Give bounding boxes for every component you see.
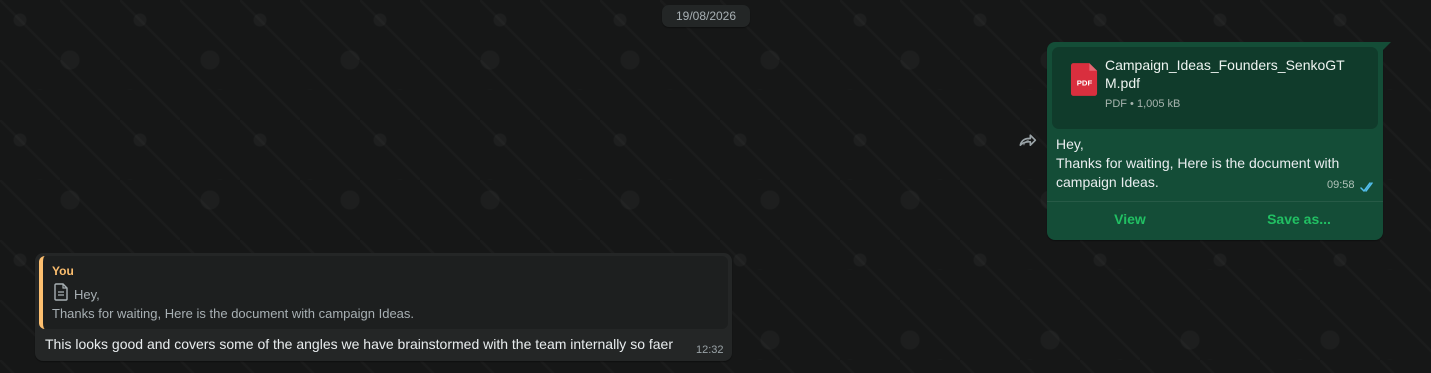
quoted-message-preview[interactable]: You Hey, Thanks for waiting, Here is the… xyxy=(39,256,728,329)
document-icon xyxy=(54,283,68,301)
save-as-button[interactable]: Save as... xyxy=(1255,208,1343,230)
incoming-message-time: 12:32 xyxy=(696,344,724,356)
quoted-message-line: Hey, xyxy=(74,287,100,302)
double-check-icon xyxy=(1360,182,1373,192)
outgoing-message-line: Thanks for waiting, Here is the document… xyxy=(1056,155,1340,171)
view-document-button[interactable]: View xyxy=(1085,208,1175,230)
outgoing-message-time: 09:58 xyxy=(1327,179,1355,191)
document-preview-card[interactable]: PDF Campaign_Ideas_Founders_SenkoGTM.pdf… xyxy=(1052,47,1378,129)
incoming-message-text: This looks good and covers some of the a… xyxy=(45,336,673,352)
quoted-message-author: You xyxy=(52,264,74,278)
quoted-message-line: Thanks for waiting, Here is the document… xyxy=(52,306,415,321)
outgoing-message-line: campaign Ideas. xyxy=(1056,174,1159,190)
document-file-meta: PDF • 1,005 kB xyxy=(1105,98,1181,110)
action-divider xyxy=(1047,201,1383,202)
outgoing-document-message[interactable]: PDF Campaign_Ideas_Founders_SenkoGTM.pdf… xyxy=(1047,42,1391,240)
pdf-icon: PDF xyxy=(1070,63,1098,96)
forward-icon[interactable] xyxy=(1016,131,1038,151)
date-separator: 19/08/2026 xyxy=(662,5,750,27)
outgoing-message-line: Hey, xyxy=(1056,136,1084,152)
incoming-reply-message[interactable]: You Hey, Thanks for waiting, Here is the… xyxy=(35,253,732,361)
svg-text:PDF: PDF xyxy=(1077,78,1093,87)
document-file-name[interactable]: Campaign_Ideas_Founders_SenkoGTM.pdf xyxy=(1105,56,1350,92)
outgoing-message-text: Hey, Thanks for waiting, Here is the doc… xyxy=(1056,135,1366,192)
